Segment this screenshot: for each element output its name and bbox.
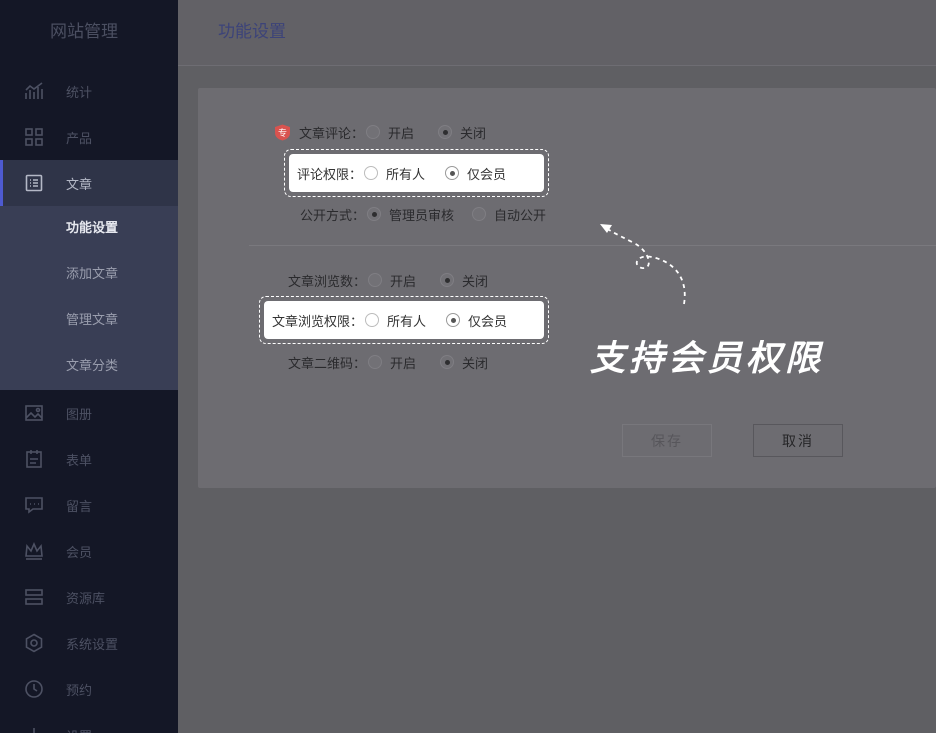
sidebar-item-label: 文章 bbox=[66, 177, 93, 193]
top-bar: 功能设置 bbox=[178, 0, 936, 66]
view-count-off-radio[interactable]: 关闭 bbox=[440, 271, 488, 290]
plus-icon bbox=[24, 725, 44, 733]
submenu-item-add-article[interactable]: 添加文章 bbox=[0, 252, 178, 298]
view-permission-everyone-radio[interactable]: 所有人 bbox=[365, 311, 426, 330]
image-icon bbox=[24, 403, 44, 423]
publish-mode-review-radio[interactable]: 管理员审核 bbox=[367, 205, 454, 224]
sidebar-item-booking[interactable]: 预约 bbox=[0, 666, 178, 712]
comment-permission-label: 评论权限： bbox=[297, 167, 363, 183]
radio-circle bbox=[368, 355, 383, 369]
radio-circle-selected bbox=[445, 166, 460, 180]
comment-on-radio[interactable]: 开启 bbox=[366, 123, 414, 142]
radio-label: 开启 bbox=[390, 356, 417, 372]
cancel-button[interactable]: 取消 bbox=[753, 424, 843, 457]
sidebar-item-label: 产品 bbox=[66, 131, 93, 147]
view-permission-row: 文章浏览权限： 所有人 仅会员 bbox=[264, 301, 544, 339]
sidebar-item-forms[interactable]: 表单 bbox=[0, 436, 178, 482]
publish-mode-label: 公开方式： bbox=[300, 208, 366, 224]
sidebar-item-gallery[interactable]: 图册 bbox=[0, 390, 178, 436]
comment-permission-everyone-radio[interactable]: 所有人 bbox=[364, 164, 425, 183]
comment-permission-highlight: 评论权限： 所有人 仅会员 bbox=[284, 149, 549, 197]
sidebar-item-stats[interactable]: 统计 bbox=[0, 68, 178, 114]
view-count-row: 文章浏览数： 开启 关闭 bbox=[288, 270, 488, 290]
comment-off-radio[interactable]: 关闭 bbox=[438, 123, 486, 142]
message-icon bbox=[24, 495, 44, 515]
sidebar-item-label: 设置 bbox=[66, 726, 92, 733]
radio-label: 开启 bbox=[390, 274, 417, 290]
section-divider bbox=[249, 245, 936, 246]
radio-circle bbox=[366, 125, 381, 139]
radio-circle bbox=[364, 166, 379, 180]
pro-badge-icon: 专 bbox=[274, 124, 291, 141]
radio-circle-selected bbox=[440, 273, 455, 287]
comment-label: 文章评论： bbox=[299, 126, 365, 142]
qrcode-off-radio[interactable]: 关闭 bbox=[440, 353, 488, 372]
comment-setting-row: 专 文章评论： 开启 关闭 bbox=[274, 122, 486, 142]
radio-label: 所有人 bbox=[387, 314, 427, 330]
publish-mode-auto-radio[interactable]: 自动公开 bbox=[472, 205, 546, 224]
view-count-label: 文章浏览数： bbox=[288, 274, 367, 290]
view-count-on-radio[interactable]: 开启 bbox=[368, 271, 416, 290]
qrcode-on-radio[interactable]: 开启 bbox=[368, 353, 416, 372]
sidebar-item-products[interactable]: 产品 bbox=[0, 114, 178, 160]
comment-permission-row: 评论权限： 所有人 仅会员 bbox=[289, 154, 544, 192]
publish-mode-row: 公开方式： 管理员审核 自动公开 bbox=[300, 204, 546, 224]
radio-label: 仅会员 bbox=[467, 167, 507, 183]
radio-label: 管理员审核 bbox=[389, 208, 455, 224]
sidebar-item-library[interactable]: 资源库 bbox=[0, 574, 178, 620]
clock-icon bbox=[24, 679, 44, 699]
callout-arrow-icon bbox=[600, 224, 686, 305]
svg-text:专: 专 bbox=[278, 127, 287, 139]
sidebar-item-label: 系统设置 bbox=[66, 637, 119, 653]
qrcode-label: 文章二维码： bbox=[288, 356, 367, 372]
radio-label: 关闭 bbox=[462, 274, 489, 290]
crown-icon bbox=[24, 541, 44, 561]
stats-chart-icon bbox=[24, 81, 44, 101]
sidebar-item-settings[interactable]: 设置 bbox=[0, 712, 178, 733]
radio-circle-selected bbox=[367, 207, 382, 221]
save-button[interactable]: 保存 bbox=[622, 424, 712, 457]
radio-circle-selected bbox=[440, 355, 455, 369]
submenu-item-article-categories[interactable]: 文章分类 bbox=[0, 344, 178, 390]
submenu-item-manage-articles[interactable]: 管理文章 bbox=[0, 298, 178, 344]
submenu-item-feature-settings[interactable]: 功能设置 bbox=[0, 206, 178, 252]
page-title: 功能设置 bbox=[218, 22, 286, 42]
view-permission-highlight: 文章浏览权限： 所有人 仅会员 bbox=[259, 296, 549, 344]
comment-permission-members-radio[interactable]: 仅会员 bbox=[445, 164, 506, 183]
sidebar-item-label: 图册 bbox=[66, 407, 93, 423]
radio-label: 关闭 bbox=[462, 356, 489, 372]
radio-label: 开启 bbox=[388, 126, 415, 142]
radio-label: 所有人 bbox=[386, 167, 426, 183]
radio-circle bbox=[365, 313, 380, 327]
settings-icon bbox=[24, 633, 44, 653]
sidebar-item-label: 预约 bbox=[66, 683, 93, 699]
sidebar-item-label: 会员 bbox=[66, 545, 93, 561]
callout-text: 支持会员权限 bbox=[590, 338, 825, 379]
radio-circle bbox=[472, 207, 487, 221]
sidebar-item-label: 资源库 bbox=[66, 591, 106, 607]
radio-label: 自动公开 bbox=[494, 208, 547, 224]
sidebar-item-members[interactable]: 会员 bbox=[0, 528, 178, 574]
sidebar-item-label: 留言 bbox=[66, 499, 93, 515]
sidebar: 网站管理 统计 产品 文章 功能设置 添加文章 管理文章 文章分类 图册 表单 … bbox=[0, 0, 178, 733]
radio-circle-selected bbox=[446, 313, 461, 327]
radio-circle-selected bbox=[438, 125, 453, 139]
radio-label: 仅会员 bbox=[468, 314, 508, 330]
article-submenu: 功能设置 添加文章 管理文章 文章分类 bbox=[0, 206, 178, 390]
radio-label: 关闭 bbox=[460, 126, 487, 142]
sidebar-item-messages[interactable]: 留言 bbox=[0, 482, 178, 528]
view-permission-label: 文章浏览权限： bbox=[272, 314, 364, 330]
brand-title: 网站管理 bbox=[50, 22, 118, 42]
article-list-icon bbox=[24, 173, 44, 193]
radio-circle bbox=[368, 273, 383, 287]
sidebar-item-articles[interactable]: 文章 bbox=[0, 160, 178, 206]
view-permission-members-radio[interactable]: 仅会员 bbox=[446, 311, 507, 330]
sidebar-item-label: 统计 bbox=[66, 85, 93, 101]
form-icon bbox=[24, 449, 44, 469]
library-icon bbox=[24, 587, 44, 607]
qrcode-row: 文章二维码： 开启 关闭 bbox=[288, 352, 488, 372]
sidebar-item-system-settings[interactable]: 系统设置 bbox=[0, 620, 178, 666]
grid-icon bbox=[24, 127, 44, 147]
sidebar-item-label: 表单 bbox=[66, 453, 93, 469]
